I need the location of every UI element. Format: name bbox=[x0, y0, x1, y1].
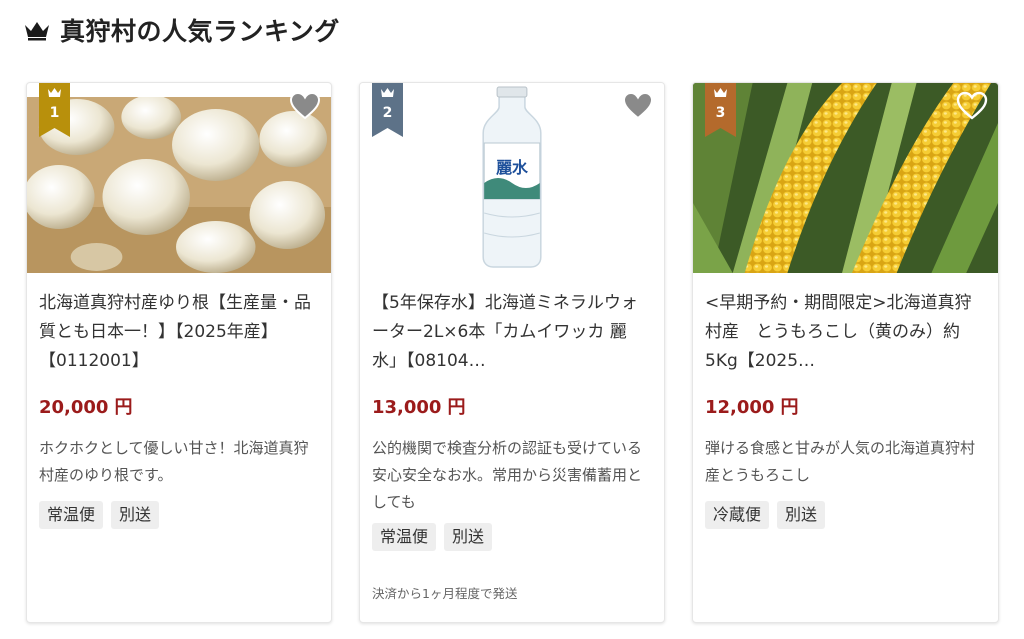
product-price: 13,000 円 bbox=[372, 397, 466, 418]
favorite-heart-icon[interactable] bbox=[622, 91, 654, 121]
tag-separate-shipping: 別送 bbox=[111, 501, 160, 529]
crown-icon bbox=[25, 22, 49, 41]
shipping-tags: 常温便 別送 bbox=[372, 523, 493, 551]
shipping-tags: 常温便 別送 bbox=[39, 501, 160, 529]
tag-separate-shipping: 別送 bbox=[444, 523, 493, 551]
lily-bulb-photo bbox=[27, 97, 331, 273]
rank-number: 3 bbox=[715, 105, 726, 121]
shipping-note: 決済から1ヶ月程度で発送 bbox=[372, 586, 518, 601]
product-image-water[interactable]: 麗水 bbox=[360, 83, 664, 273]
rank-number: 1 bbox=[49, 105, 60, 121]
product-description: 公的機関で検査分析の認証も受けている安心安全なお水。常用から災害備蓄用としても bbox=[372, 439, 643, 511]
favorite-heart-icon[interactable] bbox=[289, 91, 321, 121]
rank-badge: 1 bbox=[39, 83, 70, 137]
water-bottle-photo: 麗水 bbox=[360, 83, 664, 273]
svg-text:麗水: 麗水 bbox=[496, 158, 529, 177]
favorite-heart-icon[interactable] bbox=[956, 91, 988, 121]
rank-badge: 3 bbox=[705, 83, 736, 137]
tag-shipping-method: 常温便 bbox=[39, 501, 104, 529]
tag-separate-shipping: 別送 bbox=[777, 501, 826, 529]
product-card-1[interactable]: 1 北海道真狩村産ゆり根【生産量・品質とも日本一！】【2025年産】【01120… bbox=[26, 82, 332, 623]
product-image-lily-bulb[interactable] bbox=[27, 97, 331, 273]
product-description: 弾ける食感と甘みが人気の北海道真狩村産とうもろこし bbox=[705, 439, 976, 484]
tag-shipping-method: 常温便 bbox=[372, 523, 437, 551]
product-price: 12,000 円 bbox=[705, 397, 799, 418]
product-image-corn[interactable] bbox=[693, 83, 998, 273]
page-title: 真狩村の人気ランキング bbox=[60, 17, 340, 46]
product-price: 20,000 円 bbox=[39, 397, 133, 418]
product-title[interactable]: 北海道真狩村産ゆり根【生産量・品質とも日本一！】【2025年産】【0112001… bbox=[39, 289, 319, 379]
corn-photo bbox=[693, 83, 998, 273]
product-card-2[interactable]: 麗水 2 【5年保存水】北海道ミネラルウォーター2L×6本「カムイワッカ 麗水」… bbox=[359, 82, 665, 623]
tag-shipping-method: 冷蔵便 bbox=[705, 501, 770, 529]
product-card-3[interactable]: 3 <早期予約・期間限定>北海道真狩村産 とうもろこし（黄のみ）約5Kg【202… bbox=[692, 82, 999, 623]
shipping-tags: 冷蔵便 別送 bbox=[705, 501, 826, 529]
product-title[interactable]: 【5年保存水】北海道ミネラルウォーター2L×6本「カムイワッカ 麗水」【0810… bbox=[372, 289, 652, 379]
product-title[interactable]: <早期予約・期間限定>北海道真狩村産 とうもろこし（黄のみ）約5Kg【2025… bbox=[705, 289, 986, 379]
ranking-heading: 真狩村の人気ランキング bbox=[24, 12, 340, 48]
product-description: ホクホクとして優しい甘さ！北海道真狩村産のゆり根です。 bbox=[39, 439, 309, 484]
rank-number: 2 bbox=[382, 105, 393, 121]
rank-badge: 2 bbox=[372, 83, 403, 137]
